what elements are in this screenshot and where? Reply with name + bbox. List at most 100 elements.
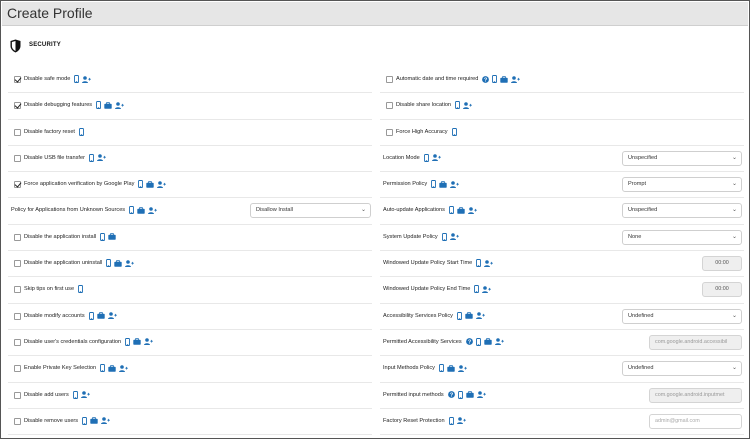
setting-label-group: Input Methods Policy xyxy=(383,364,470,373)
checkbox-disable-usb-file-transfer[interactable] xyxy=(14,154,21,162)
user-add-icon xyxy=(144,338,154,346)
user-add-icon xyxy=(157,180,167,188)
user-add-icon xyxy=(148,207,158,214)
phone-icon xyxy=(476,259,482,268)
setting-row-factory-reset-protection: Factory Reset Protection admin@gmail.com xyxy=(380,409,744,436)
auto-update-applications-select[interactable]: Unspecified ⌄ xyxy=(622,203,742,219)
setting-row-permitted-accessibility-services: Permitted Accessibility Services? com.goo… xyxy=(380,330,744,357)
checkbox-skip-tips-on-first-use[interactable] xyxy=(14,286,21,294)
windowed-update-policy-start-time-time-input[interactable]: 00:00 xyxy=(702,256,742,272)
setting-label-group: Disable USB file transfer xyxy=(24,153,109,162)
setting-label-group: Permitted Accessibility Services? xyxy=(383,338,507,346)
checkbox-disable-user-s-credentials-configuration[interactable] xyxy=(14,338,21,346)
phone-icon xyxy=(100,364,106,373)
checkbox-disable-the-application-install[interactable] xyxy=(14,233,21,241)
help-icon[interactable]: ? xyxy=(447,391,455,398)
setting-label: Disable factory reset xyxy=(24,128,75,135)
user-add-icon xyxy=(456,417,466,425)
checkbox-disable-factory-reset[interactable] xyxy=(14,128,21,136)
select-value: Undefined xyxy=(628,365,654,372)
checkbox-disable-remove-users[interactable] xyxy=(14,417,21,425)
user-add-icon xyxy=(482,286,492,293)
setting-label-group: Disable the application install xyxy=(24,232,119,241)
policy-for-applications-from-unknown-sources-select[interactable]: Disallow Install ⌄ xyxy=(250,203,371,219)
title-bar: Create Profile xyxy=(2,2,748,26)
chevron-down-icon: ⌄ xyxy=(731,207,737,214)
system-update-policy-select[interactable]: None ⌄ xyxy=(622,229,742,245)
briefcase-icon xyxy=(483,338,492,346)
briefcase-icon xyxy=(500,75,509,83)
setting-label: Factory Reset Protection xyxy=(383,417,445,424)
checkbox-disable-safe-mode[interactable] xyxy=(14,76,21,83)
setting-label-group: Disable user's credentials configuration xyxy=(24,338,156,346)
setting-label: Input Methods Policy xyxy=(383,365,435,372)
user-add-icon xyxy=(484,259,494,267)
chevron-down-icon: ⌄ xyxy=(731,312,737,319)
checkbox-force-high-accuracy[interactable] xyxy=(386,128,393,136)
setting-row-enable-private-key-selection: Enable Private Key Selection xyxy=(8,356,372,383)
user-add-icon xyxy=(96,154,106,162)
factory-reset-protection-input[interactable]: admin@gmail.com xyxy=(649,413,742,429)
setting-row-disable-factory-reset: Disable factory reset xyxy=(8,120,372,146)
phone-icon xyxy=(448,206,454,215)
setting-label: Windowed Update Policy End Time xyxy=(383,286,471,293)
briefcase-icon xyxy=(104,101,112,109)
help-icon[interactable]: ? xyxy=(465,338,473,345)
checkbox-disable-add-users[interactable] xyxy=(14,391,21,399)
user-add-icon xyxy=(449,233,459,241)
help-icon[interactable]: ? xyxy=(482,75,490,83)
permitted-input-methods-input: com.google.android.inputmet xyxy=(649,387,742,403)
input-methods-policy-select[interactable]: Undefined ⌄ xyxy=(622,361,742,377)
user-add-icon xyxy=(467,207,477,214)
phone-icon xyxy=(88,311,94,320)
windowed-update-policy-end-time-time-input[interactable]: 00:00 xyxy=(702,282,742,298)
phone-icon xyxy=(457,390,463,399)
setting-label: Disable modify accounts xyxy=(24,312,85,319)
phone-icon xyxy=(72,390,78,399)
briefcase-icon xyxy=(133,338,141,346)
phone-icon xyxy=(457,311,462,320)
setting-label-group: Disable factory reset xyxy=(24,127,87,136)
checkbox-disable-the-application-uninstall[interactable] xyxy=(14,260,21,268)
phone-icon xyxy=(138,180,144,189)
chevron-down-icon: ⌄ xyxy=(731,154,737,161)
checkbox-disable-debugging-features[interactable] xyxy=(14,102,21,110)
section-title: SECURITY xyxy=(29,42,61,48)
setting-row-disable-share-location: Disable share location xyxy=(380,93,744,120)
checkbox-force-application-verification-by-google-play[interactable] xyxy=(14,181,21,189)
setting-label-group: Disable the application uninstall xyxy=(24,259,137,268)
setting-row-location-mode: Location Mode Unspecified ⌄ xyxy=(380,146,744,173)
setting-row-auto-update-applications: Auto-update Applications Unspecified ⌄ xyxy=(380,198,744,225)
checkbox-automatic-date-and-time-required[interactable] xyxy=(386,76,393,83)
checkbox-disable-share-location[interactable] xyxy=(386,102,393,110)
permission-policy-select[interactable]: Prompt ⌄ xyxy=(622,177,742,193)
setting-label-group: Disable safe mode xyxy=(24,75,94,83)
user-add-icon xyxy=(450,180,460,188)
setting-label: Policy for Applications from Unknown Sou… xyxy=(11,207,126,214)
setting-label: Disable user's credentials configuration xyxy=(24,338,122,345)
checkbox-disable-modify-accounts[interactable] xyxy=(14,312,21,320)
select-value: Unspecified xyxy=(628,154,658,161)
setting-label: Permitted input methods xyxy=(383,391,444,398)
location-mode-select[interactable]: Unspecified ⌄ xyxy=(622,150,742,166)
briefcase-icon xyxy=(137,206,145,214)
setting-label-group: Force High Accuracy xyxy=(396,127,460,136)
setting-row-disable-debugging-features: Disable debugging features xyxy=(8,93,372,120)
checkbox-enable-private-key-selection[interactable] xyxy=(14,365,21,373)
user-add-icon xyxy=(80,391,90,399)
user-add-icon xyxy=(463,101,472,109)
setting-label-group: Permitted input methods? xyxy=(383,390,489,399)
setting-row-disable-modify-accounts: Disable modify accounts xyxy=(8,304,372,330)
accessibility-services-policy-select[interactable]: Undefined ⌄ xyxy=(622,308,742,324)
select-value: Prompt xyxy=(628,181,647,188)
setting-row-disable-safe-mode: Disable safe mode xyxy=(8,67,372,94)
setting-label-group: Disable debugging features xyxy=(24,101,127,110)
setting-label-group: Disable remove users xyxy=(24,416,113,425)
setting-row-disable-the-application-uninstall: Disable the application uninstall xyxy=(8,251,372,278)
phone-icon xyxy=(448,416,454,425)
setting-label-group: Policy for Applications from Unknown Sou… xyxy=(11,206,160,215)
setting-label: Windowed Update Policy Start Time xyxy=(383,260,473,267)
phone-icon xyxy=(100,232,106,241)
phone-icon xyxy=(79,127,84,136)
setting-label: Location Mode xyxy=(383,154,420,161)
